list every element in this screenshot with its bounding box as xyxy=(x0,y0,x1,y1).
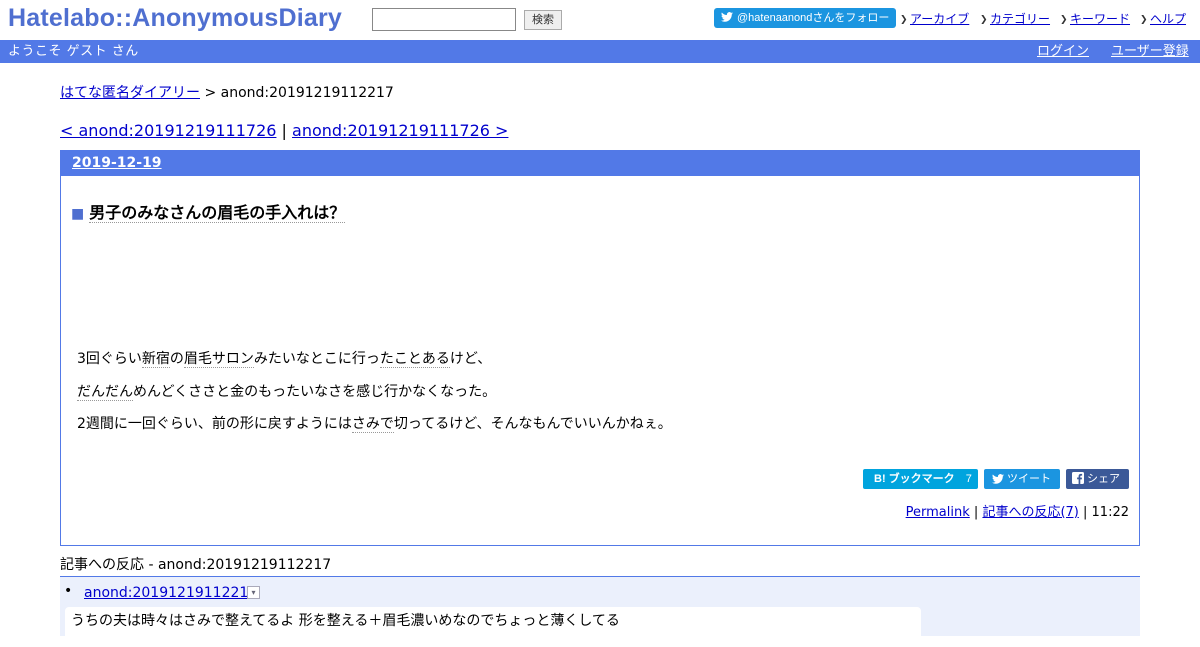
permalink-link[interactable]: Permalink xyxy=(906,505,970,520)
breadcrumb-current: anond:20191219112217 xyxy=(220,85,394,101)
entry-body: 3回ぐらい新宿の眉毛サロンみたいなとこに行ったことあるけど、 だんだんめんどくさ… xyxy=(77,348,672,446)
welcome-text: ようこそ ゲスト さん xyxy=(8,44,139,59)
nav-help[interactable]: ❯ ヘルプ xyxy=(1140,10,1186,27)
keyword-link[interactable]: たことある xyxy=(379,351,450,368)
text-span: けど、 xyxy=(449,351,492,367)
day-header: 2019-12-19 xyxy=(61,151,1139,176)
nav-keyword[interactable]: ❯ キーワード xyxy=(1060,10,1130,27)
list-bullet: • xyxy=(64,583,73,599)
entry-title: ■ 男子のみなさんの眉毛の手入れは？ xyxy=(71,201,346,226)
reactions-count-link[interactable]: 記事への反応(7) xyxy=(982,505,1078,520)
entry-paragraph: 2週間に一回ぐらい、前の形に戻すようにはさみで切ってるけど、そんなもんでいいんか… xyxy=(77,413,672,446)
facebook-share-button[interactable]: シェア xyxy=(1066,469,1129,489)
search-input[interactable] xyxy=(372,8,516,31)
day-section: 2019-12-19 ■ 男子のみなさんの眉毛の手入れは？ 3回ぐらい新宿の眉毛サ… xyxy=(60,150,1140,546)
reaction-entry-link[interactable]: anond:20191219112217 xyxy=(84,584,257,602)
text-span: 3回ぐらい xyxy=(77,351,142,367)
nav-keyword-link[interactable]: キーワード xyxy=(1070,12,1130,26)
chevron-right-icon: ❯ xyxy=(1060,15,1068,25)
twitter-bird-icon xyxy=(721,12,733,22)
register-link[interactable]: ユーザー登録 xyxy=(1111,40,1189,63)
bookmark-label: ブックマーク xyxy=(888,473,955,485)
text-span: の xyxy=(169,351,184,367)
site-header: Hatelabo::AnonymousDiary 検索 @hatenaanond… xyxy=(0,0,1200,40)
breadcrumb-home-link[interactable]: はてな匿名ダイアリー xyxy=(60,85,200,101)
search-button[interactable]: 検索 xyxy=(524,10,562,30)
breadcrumb-separator: > xyxy=(204,85,217,101)
text-span: 2週間に一回ぐらい、前の形に戻すようには xyxy=(77,416,352,432)
nav-category[interactable]: ❯ カテゴリー xyxy=(980,10,1050,27)
keyword-link[interactable]: 新宿 xyxy=(141,351,170,368)
nav-archive[interactable]: ❯ アーカイブ xyxy=(900,10,969,27)
facebook-share-label: シェア xyxy=(1087,473,1120,485)
day-date-link[interactable]: 2019-12-19 xyxy=(72,155,162,171)
text-span: 切ってるけど、そんなもんでいいんかねぇ。 xyxy=(393,416,672,432)
nav-category-link[interactable]: カテゴリー xyxy=(990,12,1050,26)
keyword-link[interactable]: さみで xyxy=(351,416,394,433)
entry-pager: < anond:20191219111726 | anond:201912191… xyxy=(60,121,508,141)
twitter-bird-icon xyxy=(992,474,1004,484)
prev-entry-link[interactable]: < anond:20191219111726 xyxy=(60,121,276,140)
breadcrumb: はてな匿名ダイアリー > anond:20191219112217 xyxy=(60,84,394,102)
entry-paragraph: 3回ぐらい新宿の眉毛サロンみたいなとこに行ったことあるけど、 xyxy=(77,348,672,381)
keyword-link[interactable]: だんだん xyxy=(77,383,133,401)
login-link[interactable]: ログイン xyxy=(1037,40,1089,63)
entry-permalink-square[interactable]: ■ xyxy=(71,206,84,222)
entry-footer: Permalink | 記事への反応(7) | 11:22 xyxy=(906,501,1129,520)
nav-archive-link[interactable]: アーカイブ xyxy=(910,12,969,26)
expand-toggle-icon[interactable]: ▾ xyxy=(247,586,260,599)
bookmark-count: 7 xyxy=(965,473,972,485)
reaction-excerpt: うちの夫は時々はさみで整えてるよ 形を整える＋眉毛濃いめなのでちょっと薄くしてる xyxy=(65,607,921,647)
hatena-bookmark-button[interactable]: B! ブックマーク 7 xyxy=(863,469,978,489)
tweet-label: ツイート xyxy=(1007,473,1051,485)
entry-time: 11:22 xyxy=(1091,505,1129,520)
chevron-right-icon: ❯ xyxy=(980,15,988,25)
user-bar: ようこそ ゲスト さん ログイン ユーザー登録 xyxy=(0,40,1200,63)
entry-paragraph: だんだんめんどくささと金のもったいなさを感じ行かなくなった。 xyxy=(77,381,672,414)
reactions-list: • anond:20191219112217 ▾ うちの夫は時々はさみで整えてる… xyxy=(60,576,1140,647)
chevron-right-icon: ❯ xyxy=(1140,15,1148,25)
site-logo[interactable]: Hatelabo::AnonymousDiary xyxy=(8,4,342,33)
follow-label: @hatenaanondさんをフォロー xyxy=(737,12,890,24)
entry-title-text: 男子のみなさんの眉毛の手入れは？ xyxy=(89,203,346,223)
twitter-follow-button[interactable]: @hatenaanondさんをフォロー xyxy=(714,8,896,28)
nav-help-link[interactable]: ヘルプ xyxy=(1150,12,1186,26)
footer-separator: | xyxy=(973,505,979,520)
chevron-right-icon: ❯ xyxy=(900,15,908,25)
tweet-button[interactable]: ツイート xyxy=(984,469,1060,489)
next-entry-link[interactable]: anond:20191219111726 > xyxy=(292,121,508,140)
keyword-link[interactable]: 眉毛サロン xyxy=(183,351,254,368)
reactions-title: 記事への反応 - anond:20191219112217 xyxy=(60,557,332,573)
pager-separator: | xyxy=(281,121,287,140)
footer-separator: | xyxy=(1083,505,1088,520)
text-span: めんどくささと金のもったいなさを感じ行かなくなった。 xyxy=(133,383,497,400)
facebook-icon xyxy=(1072,472,1084,484)
hatena-bookmark-icon: B! xyxy=(874,473,886,485)
text-span: みたいなとこに行っ xyxy=(253,351,380,367)
